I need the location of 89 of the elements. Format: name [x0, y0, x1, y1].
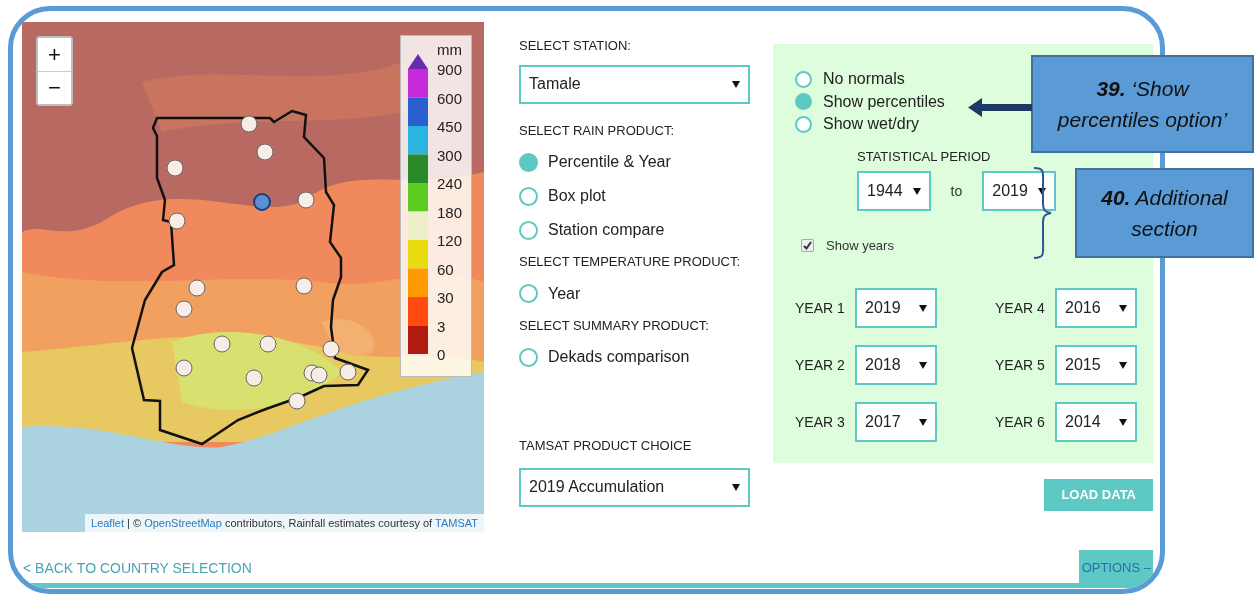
option-label: Box plot: [548, 186, 606, 206]
legend-label: 120: [437, 233, 463, 248]
to-label: to: [950, 181, 963, 201]
dropdown[interactable]: 2017: [855, 402, 937, 442]
caret-icon: [1118, 361, 1127, 369]
field-label: SELECT SUMMARY PRODUCT:: [519, 316, 710, 335]
caret-icon: [1118, 418, 1127, 426]
zoom-out-button[interactable]: −: [38, 71, 71, 104]
checkbox-label: Show years: [826, 237, 894, 255]
station-marker[interactable]: [339, 363, 357, 381]
dropdown[interactable]: 1944: [857, 171, 931, 211]
option-label: No normals: [823, 69, 905, 90]
station-marker[interactable]: [175, 359, 193, 377]
radio-button[interactable]: [795, 115, 812, 133]
station-marker[interactable]: [175, 300, 193, 318]
station-marker[interactable]: [166, 159, 184, 177]
year-label: YEAR 3: [795, 412, 846, 432]
dropdown[interactable]: 2016: [1055, 288, 1137, 328]
field-label: TAMSAT PRODUCT CHOICE: [519, 437, 693, 455]
year-label: YEAR 2: [795, 355, 846, 375]
station-marker[interactable]: [240, 115, 258, 133]
arrow: [968, 98, 1032, 117]
dropdown[interactable]: Tamale: [519, 64, 750, 104]
caret-icon: [912, 187, 921, 195]
attribution-text: contributors, Rainfall estimates courtesy of: [223, 516, 434, 529]
dropdown[interactable]: 2019 Accumulation: [519, 467, 750, 507]
radio-button[interactable]: [519, 186, 538, 206]
station-marker[interactable]: [259, 335, 277, 353]
legend-label: 300: [437, 147, 463, 163]
legend-label: 180: [437, 204, 463, 220]
option-label: Show percentiles: [823, 91, 945, 112]
option-label: Percentile & Year: [548, 152, 671, 172]
station-marker[interactable]: [168, 212, 186, 230]
station-marker[interactable]: [188, 279, 206, 297]
field-label: STATISTICAL PERIOD: [857, 147, 992, 166]
station-marker[interactable]: [297, 191, 315, 209]
year-label: YEAR 5: [995, 355, 1046, 375]
radio-button[interactable]: [519, 152, 538, 172]
attribution-link[interactable]: TAMSAT: [435, 516, 478, 529]
station-marker[interactable]: [256, 143, 274, 161]
caret-icon: [732, 80, 740, 88]
option-label: Year: [548, 283, 581, 304]
field-label: SELECT STATION:: [519, 37, 632, 55]
legend-label: 3: [437, 318, 446, 334]
option-label: Show wet/dry: [823, 114, 920, 135]
legend-label: 900: [437, 62, 463, 77]
legend-label: 240: [437, 176, 463, 191]
legend-label: 0: [437, 347, 446, 362]
station-marker[interactable]: [295, 277, 313, 295]
caret-icon: [732, 483, 740, 491]
caret-icon: [1118, 304, 1127, 312]
attribution-link[interactable]: OpenStreetMap: [144, 516, 222, 529]
dropdown[interactable]: 2014: [1055, 402, 1137, 442]
station-marker[interactable]: [213, 335, 231, 353]
station-marker[interactable]: [310, 366, 328, 384]
dropdown[interactable]: 2019: [855, 288, 937, 328]
year-label: YEAR 6: [995, 412, 1046, 432]
year-label: YEAR 1: [795, 298, 846, 318]
option-label: Dekads comparison: [548, 347, 690, 367]
year-label: YEAR 4: [995, 298, 1046, 318]
radio-button[interactable]: [519, 284, 538, 303]
legend-unit: mm: [437, 40, 462, 60]
caret-icon: [1037, 187, 1046, 195]
radio-button[interactable]: [519, 347, 538, 367]
legend-label: 60: [437, 261, 454, 277]
field-label: SELECT RAIN PRODUCT:: [519, 121, 676, 140]
callout-text: 40. Additional section: [1100, 184, 1229, 242]
station-marker[interactable]: [245, 369, 263, 387]
checkbox[interactable]: [801, 239, 814, 253]
station-marker[interactable]: [253, 193, 271, 211]
dropdown[interactable]: 2015: [1055, 345, 1137, 385]
radio-button[interactable]: [795, 93, 812, 111]
attribution-link[interactable]: Leaflet: [91, 516, 125, 529]
legend-label: 600: [437, 90, 463, 106]
station-marker[interactable]: [322, 340, 340, 358]
legend-label: 30: [437, 290, 454, 305]
field-label: SELECT TEMPERATURE PRODUCT:: [519, 253, 742, 271]
callout-text: 39. ‘Show percentiles option’: [1056, 75, 1229, 133]
radio-button[interactable]: [795, 70, 812, 88]
dropdown[interactable]: 2018: [855, 345, 937, 385]
dropdown[interactable]: 2019: [982, 171, 1056, 211]
legend-label: 450: [437, 119, 463, 134]
caret-icon: [918, 304, 927, 312]
station-marker[interactable]: [288, 392, 306, 410]
attribution-text: | ©: [126, 516, 143, 529]
caret-icon: [918, 361, 927, 369]
caret-icon: [918, 418, 927, 426]
option-label: Station compare: [548, 220, 665, 240]
radio-button[interactable]: [519, 220, 538, 240]
